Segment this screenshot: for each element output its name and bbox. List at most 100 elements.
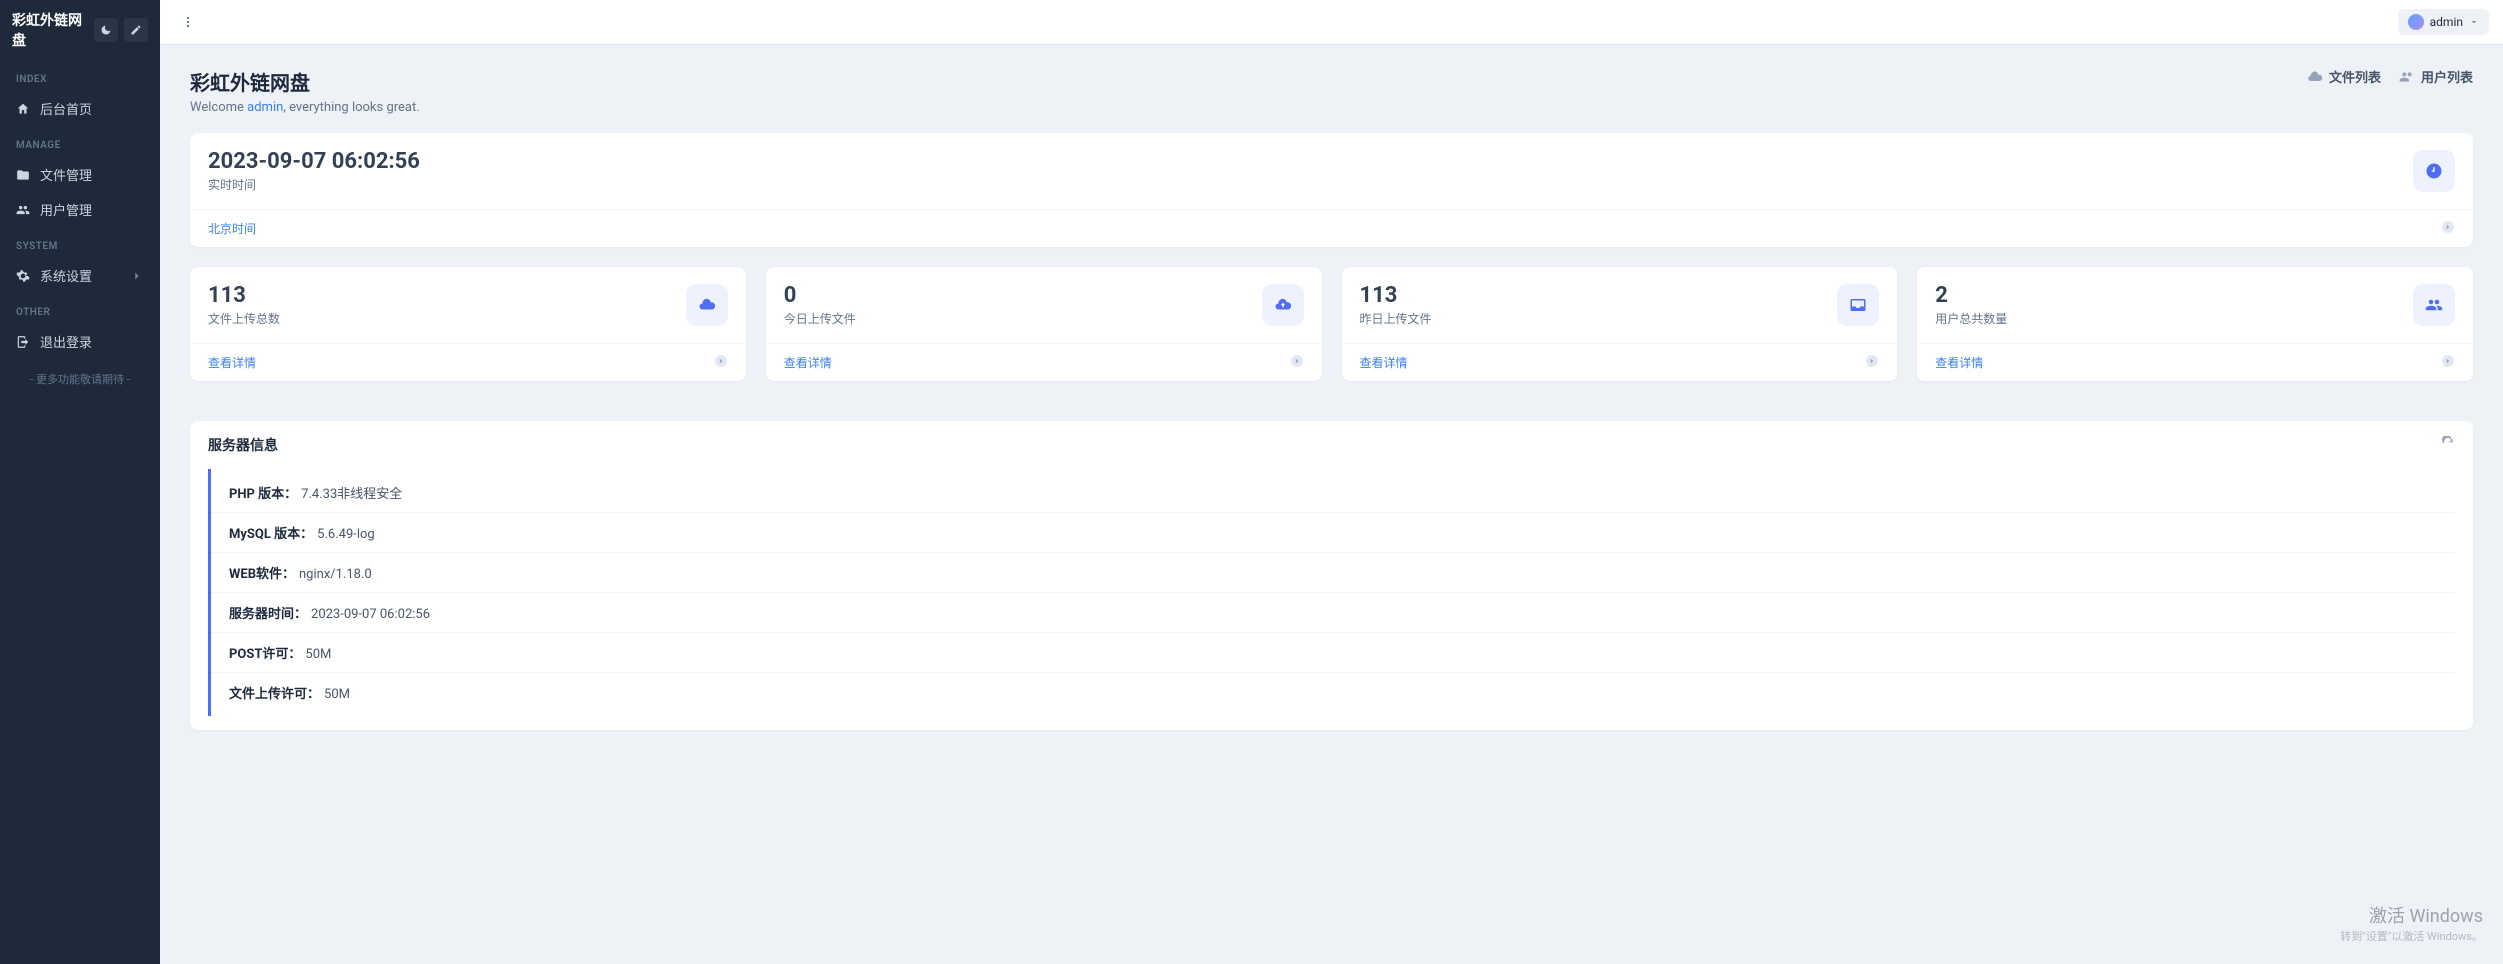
server-info-row: WEB软件： nginx/1.18.0 — [211, 553, 2455, 593]
info-key: MySQL 版本： — [229, 527, 313, 542]
stat-label: 今日上传文件 — [784, 310, 856, 327]
info-val: nginx/1.18.0 — [299, 567, 372, 582]
info-key: POST许可： — [229, 647, 301, 662]
brand-title: 彩虹外链网盘 — [12, 10, 88, 50]
info-key: WEB软件： — [229, 567, 295, 582]
nav-section-system: SYSTEM — [0, 227, 160, 258]
arrow-right-icon — [2441, 354, 2455, 371]
nav-item-files[interactable]: 文件管理 — [0, 157, 160, 192]
clock-label: 实时时间 — [208, 176, 420, 193]
page-subtitle: Welcome admin, everything looks great. — [190, 100, 420, 115]
clock-time: 2023-09-07 06:02:56 — [208, 149, 420, 174]
nav-section-other: OTHER — [0, 293, 160, 324]
clock-card: 2023-09-07 06:02:56 实时时间 北京时间 — [190, 133, 2473, 247]
info-key: 服务器时间： — [229, 607, 307, 622]
stat-icon-badge — [686, 284, 728, 326]
stat-icon-badge — [1262, 284, 1304, 326]
home-icon — [16, 102, 30, 116]
topbar: admin — [160, 0, 2503, 45]
avatar — [2408, 14, 2424, 30]
more-vertical-icon — [181, 15, 195, 29]
stat-details-link[interactable]: 查看详情 — [208, 354, 256, 371]
chevron-right-icon — [130, 269, 144, 283]
server-info-list: PHP 版本： 7.4.33非线程安全 MySQL 版本： 5.6.49-log WEB… — [208, 469, 2455, 716]
cloud-icon — [2307, 69, 2323, 85]
nav-item-label: 系统设置 — [40, 266, 92, 285]
info-val: 7.4.33非线程安全 — [301, 487, 402, 502]
info-val: 50M — [324, 687, 350, 702]
server-info-row: 文件上传许可：50M — [211, 673, 2455, 712]
stat-label: 昨日上传文件 — [1360, 310, 1432, 327]
page-title: 彩虹外链网盘 — [190, 67, 420, 96]
users-icon — [16, 203, 30, 217]
page-header: 彩虹外链网盘 Welcome admin, everything looks g… — [190, 67, 2473, 115]
refresh-button[interactable] — [2441, 436, 2455, 454]
moon-icon — [100, 24, 112, 36]
stat-value: 0 — [784, 283, 856, 308]
stat-details-link[interactable]: 查看详情 — [1935, 354, 1983, 371]
inbox-icon — [1849, 296, 1867, 314]
nav-section-manage: MANAGE — [0, 126, 160, 157]
users-icon — [2425, 296, 2443, 314]
clock-icon-badge — [2413, 150, 2455, 192]
server-info-row: 服务器时间： 2023-09-07 06:02:56 — [211, 593, 2455, 633]
stat-details-link[interactable]: 查看详情 — [784, 354, 832, 371]
info-val: 50M — [305, 647, 331, 662]
stat-icon-badge — [1837, 284, 1879, 326]
more-menu-button[interactable] — [174, 8, 202, 36]
info-val: 5.6.49-log — [317, 527, 375, 542]
welcome-user-link[interactable]: admin — [247, 100, 283, 115]
gear-icon — [16, 269, 30, 283]
chevron-down-icon — [2469, 17, 2479, 27]
arrow-right-icon — [1865, 354, 1879, 371]
arrow-right-icon — [2441, 220, 2455, 237]
stat-details-link[interactable]: 查看详情 — [1360, 354, 1408, 371]
nav-item-users[interactable]: 用户管理 — [0, 192, 160, 227]
server-info-row: POST许可： 50M — [211, 633, 2455, 673]
header-action-label: 用户列表 — [2421, 67, 2473, 86]
refresh-icon — [2441, 436, 2455, 450]
logout-icon — [16, 335, 30, 349]
nav-item-label: 退出登录 — [40, 332, 92, 351]
theme-toggle-button[interactable] — [94, 18, 118, 42]
stat-card: 113 昨日上传文件 查看详情 — [1342, 267, 1898, 381]
stat-label: 用户总共数量 — [1935, 310, 2007, 327]
clock-footer-link[interactable]: 北京时间 — [208, 220, 256, 237]
server-info-card: 服务器信息 PHP 版本： 7.4.33非线程安全 MySQL 版本： 5.6.49-… — [190, 421, 2473, 730]
stat-card: 0 今日上传文件 查看详情 — [766, 267, 1322, 381]
server-info-title: 服务器信息 — [208, 435, 278, 455]
stat-card: 2 用户总共数量 查看详情 — [1917, 267, 2473, 381]
clock-icon — [2425, 162, 2443, 180]
stat-label: 文件上传总数 — [208, 310, 280, 327]
header-action-label: 文件列表 — [2329, 67, 2381, 86]
info-val: 2023-09-07 06:02:56 — [311, 607, 430, 622]
nav-item-settings[interactable]: 系统设置 — [0, 258, 160, 293]
nav-item-label: 后台首页 — [40, 99, 92, 118]
stat-value: 2 — [1935, 283, 2007, 308]
header-action-files[interactable]: 文件列表 — [2307, 67, 2381, 86]
nav-note: - 更多功能敬请期待 - — [0, 359, 160, 399]
users-icon — [2399, 69, 2415, 85]
nav-item-label: 文件管理 — [40, 165, 92, 184]
upload-icon — [1274, 296, 1292, 314]
stats-row: 113 文件上传总数 查看详情 0 今日上传文件 查看详情 — [190, 267, 2473, 401]
nav-item-home[interactable]: 后台首页 — [0, 91, 160, 126]
pencil-icon — [130, 24, 142, 36]
user-menu-button[interactable]: admin — [2398, 9, 2489, 35]
arrow-right-icon — [1290, 354, 1304, 371]
folder-icon — [16, 168, 30, 182]
sidebar: 彩虹外链网盘 INDEX 后台首页 MANAGE 文件管理 用户管理 SYSTE… — [0, 0, 160, 964]
nav-item-logout[interactable]: 退出登录 — [0, 324, 160, 359]
header-action-users[interactable]: 用户列表 — [2399, 67, 2473, 86]
arrow-right-icon — [714, 354, 728, 371]
cloud-icon — [698, 296, 716, 314]
edit-button[interactable] — [124, 18, 148, 42]
nav-section-index: INDEX — [0, 60, 160, 91]
stat-card: 113 文件上传总数 查看详情 — [190, 267, 746, 381]
stat-value: 113 — [208, 283, 280, 308]
nav-item-label: 用户管理 — [40, 200, 92, 219]
stat-icon-badge — [2413, 284, 2455, 326]
server-info-row: MySQL 版本： 5.6.49-log — [211, 513, 2455, 553]
info-key: PHP 版本： — [229, 487, 297, 502]
stat-value: 113 — [1360, 283, 1432, 308]
